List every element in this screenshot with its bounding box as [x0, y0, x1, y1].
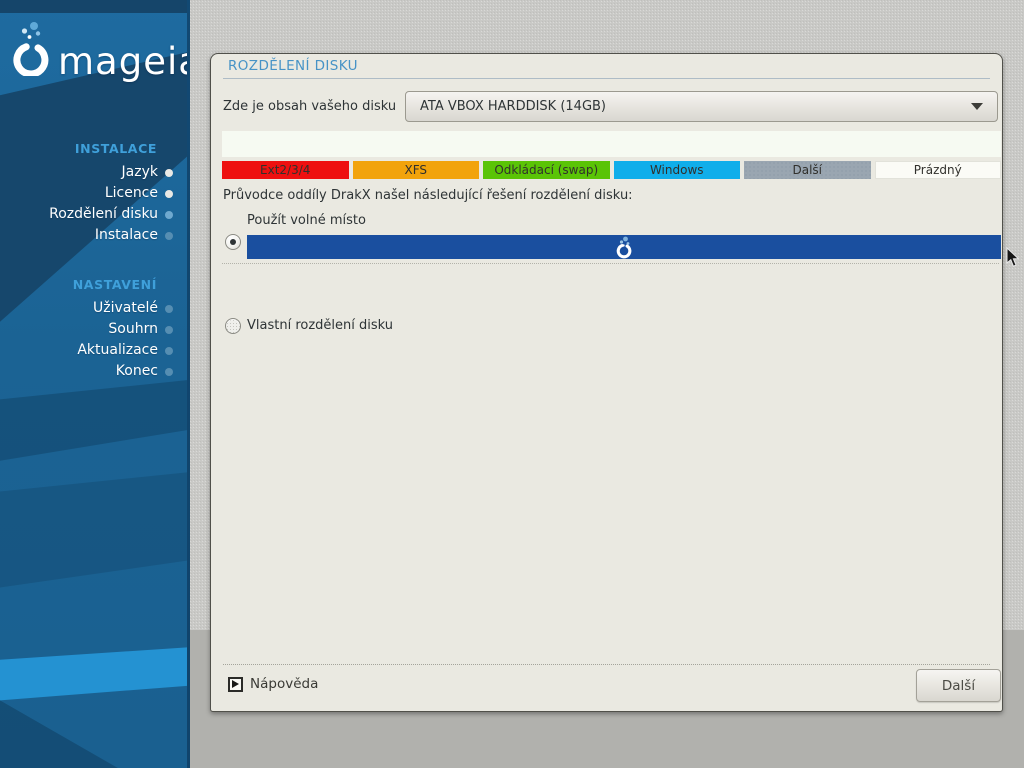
- option-custom-partitioning-label: Vlastní rozdělení disku: [247, 318, 394, 333]
- mageia-cauldron-icon: [13, 22, 49, 76]
- installer-sidebar: mageia INSTALACE Jazyk Licence Rozdělení…: [0, 0, 190, 768]
- step-bullet: [165, 304, 173, 313]
- legend-chip-ext234: Ext2/3/4: [222, 161, 349, 179]
- step-bullet: [165, 325, 173, 334]
- option-use-free-space-label: Použít volné místo: [247, 213, 366, 228]
- filesystem-legend: Ext2/3/4 XFS Odkládací (swap) Windows Da…: [222, 161, 1001, 179]
- disk-select-value: ATA VBOX HARDDISK (14GB): [420, 99, 607, 114]
- sidebar-item-uzivatele: Uživatelé: [0, 298, 187, 319]
- disk-contents-label: Zde je obsah vašeho disku: [223, 99, 397, 114]
- radio-custom-partitioning[interactable]: [225, 318, 241, 334]
- step-bullet: [165, 168, 173, 177]
- solution-preview-bar[interactable]: [247, 235, 1001, 259]
- installer-steps: INSTALACE Jazyk Licence Rozdělení disku …: [0, 140, 187, 382]
- chevron-down-icon: [971, 103, 983, 110]
- mageia-logo-text: mageia: [58, 40, 190, 83]
- title-divider: [223, 78, 990, 79]
- mageia-bubble-icon: [616, 236, 632, 259]
- help-arrow-icon: [228, 676, 243, 692]
- step-bullet: [165, 210, 173, 219]
- screen: mageia INSTALACE Jazyk Licence Rozdělení…: [0, 0, 1024, 768]
- footer-divider: [223, 664, 990, 665]
- mageia-logo: mageia: [10, 18, 187, 80]
- step-bullet: [165, 367, 173, 376]
- sidebar-item-aktualizace: Aktualizace: [0, 340, 187, 361]
- sidebar-item-souhrn: Souhrn: [0, 319, 187, 340]
- legend-chip-swap: Odkládací (swap): [483, 161, 610, 179]
- partitioning-dialog: ROZDĚLENÍ DISKU Zde je obsah vašeho disk…: [210, 53, 1003, 712]
- legend-chip-windows: Windows: [613, 161, 740, 179]
- wizard-text: Průvodce oddíly DrakX našel následující …: [223, 188, 633, 203]
- mouse-cursor: [1006, 247, 1020, 267]
- option-focus-line: [222, 263, 999, 264]
- help-label: Nápověda: [250, 676, 319, 692]
- legend-chip-xfs: XFS: [352, 161, 479, 179]
- disk-select-dropdown[interactable]: ATA VBOX HARDDISK (14GB): [405, 91, 998, 122]
- next-button[interactable]: Další: [916, 669, 1001, 702]
- sidebar-item-jazyk: Jazyk: [0, 162, 187, 183]
- sidebar-item-konec: Konec: [0, 361, 187, 382]
- page-title: ROZDĚLENÍ DISKU: [228, 58, 358, 74]
- sidebar-section-nastaveni: NASTAVENÍ: [72, 277, 157, 292]
- legend-chip-other: Další: [744, 161, 871, 179]
- step-bullet: [165, 346, 173, 355]
- sidebar-item-licence: Licence: [0, 183, 187, 204]
- step-bullet: [165, 231, 173, 240]
- sidebar-item-instalace: Instalace: [0, 225, 187, 246]
- sidebar-decoration: [0, 0, 187, 768]
- sidebar-section-instalace: INSTALACE: [74, 141, 157, 156]
- step-bullet: [165, 189, 173, 198]
- help-button[interactable]: Nápověda: [228, 676, 318, 692]
- legend-chip-empty: Prázdný: [874, 161, 1001, 179]
- radio-use-free-space[interactable]: [225, 234, 241, 250]
- disk-usage-strip: [222, 131, 1001, 157]
- sidebar-item-rozdeleni-disku: Rozdělení disku: [0, 204, 187, 225]
